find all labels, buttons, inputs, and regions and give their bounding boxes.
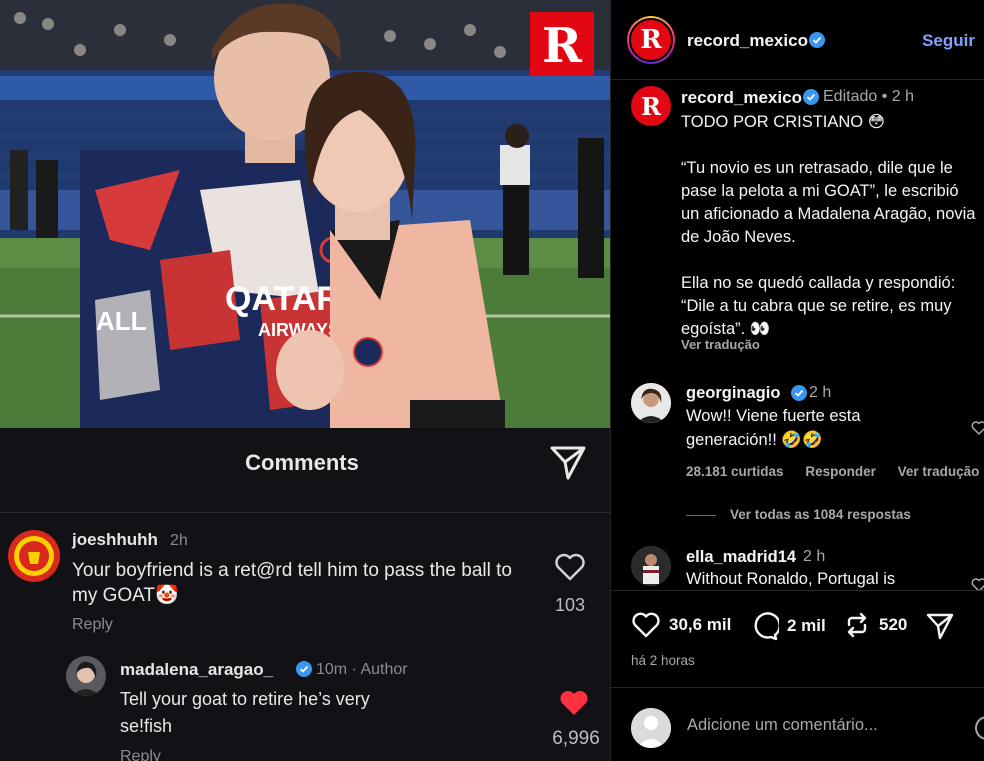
post-actions: 30,6 mil 2 mil 520 há 2 horas bbox=[611, 590, 984, 761]
add-comment-bar bbox=[611, 687, 984, 761]
embedded-comment1-reply: Reply bbox=[72, 616, 113, 633]
embedded-comment1-user: joeshhuhh bbox=[72, 530, 158, 549]
embedded-avatar-madalena bbox=[66, 656, 106, 696]
embedded-avatar-manutd bbox=[8, 530, 60, 582]
svg-text:ALL: ALL bbox=[96, 306, 147, 336]
emoji-icon[interactable] bbox=[975, 716, 984, 740]
embedded-comment2-user: madalena_aragao_ bbox=[120, 660, 274, 679]
embedded-verified-icon bbox=[296, 661, 312, 682]
embedded-comment1-time: 2h bbox=[170, 532, 188, 549]
comment-avatar[interactable] bbox=[631, 383, 671, 423]
verified-icon bbox=[809, 32, 825, 53]
embedded-comment2-likes: 6,996 bbox=[552, 728, 600, 749]
comment-text: Wow!! Viene fuerte esta generación!! 🤣🤣 bbox=[686, 407, 861, 449]
embedded-heart-filled-icon bbox=[558, 688, 590, 723]
comment-username[interactable]: ella_madrid14 bbox=[686, 548, 796, 567]
verified-icon bbox=[803, 89, 819, 110]
add-comment-input[interactable] bbox=[687, 716, 947, 735]
caption-translate-link[interactable]: Ver tradução bbox=[681, 337, 760, 352]
verified-icon bbox=[791, 385, 807, 406]
comment-text: Without Ronaldo, Portugal is bbox=[686, 570, 896, 588]
share-button[interactable] bbox=[925, 611, 955, 641]
repost-button[interactable]: 520 bbox=[843, 611, 907, 639]
post-media[interactable]: QATAR AIRWAYS ALL R Comments joeshhuhh 2… bbox=[0, 0, 610, 761]
comments-scroll-area[interactable]: R record_mexico Editado • 2 h TODO POR C… bbox=[611, 80, 984, 590]
embedded-heart-outline-icon bbox=[554, 552, 586, 587]
post-photo: QATAR AIRWAYS ALL R bbox=[0, 0, 610, 428]
embedded-comment2-reply: Reply bbox=[120, 748, 161, 761]
repost-icon bbox=[847, 612, 867, 638]
send-icon bbox=[926, 613, 954, 640]
comment-username[interactable]: georginagio bbox=[686, 384, 780, 403]
view-replies-link[interactable]: Ver todas as 1084 respostas bbox=[686, 507, 911, 522]
embedded-comments-header: Comments bbox=[0, 428, 610, 498]
comment-reply-link[interactable]: Responder bbox=[805, 464, 876, 479]
comment-likes[interactable]: 28.181 curtidas bbox=[686, 464, 784, 479]
caption-avatar[interactable]: R bbox=[631, 86, 671, 126]
post-panel: R record_mexico Seguir R record_mexico E… bbox=[610, 0, 984, 761]
post-time-ago: há 2 horas bbox=[631, 653, 695, 668]
embedded-comment2-time: 10m · Author bbox=[316, 661, 408, 678]
comment-meta: 28.181 curtidas Responder Ver tradução bbox=[686, 464, 984, 479]
comment-heart-icon[interactable] bbox=[971, 420, 984, 441]
comment-bubble-icon bbox=[754, 612, 779, 641]
embedded-comment1-likes: 103 bbox=[554, 595, 586, 615]
embedded-comments-title: Comments bbox=[245, 450, 359, 475]
embedded-divider bbox=[0, 512, 610, 513]
comment-button[interactable]: 2 mil bbox=[749, 611, 826, 641]
heart-icon bbox=[632, 612, 660, 638]
current-user-avatar bbox=[631, 708, 671, 748]
repost-count: 520 bbox=[879, 615, 908, 634]
post-header: R record_mexico Seguir bbox=[611, 0, 984, 80]
embedded-comment1-text: Your boyfriend is a ret@rd tell him to p… bbox=[72, 560, 512, 606]
embedded-comments-screenshot: Comments joeshhuhh 2h Your boyfriend is … bbox=[0, 428, 610, 761]
comment-count: 2 mil bbox=[787, 616, 826, 635]
like-count: 30,6 mil bbox=[669, 615, 732, 634]
svg-text:QATAR: QATAR bbox=[225, 280, 341, 318]
like-button[interactable]: 30,6 mil bbox=[631, 611, 731, 639]
follow-button[interactable]: Seguir bbox=[922, 31, 975, 51]
brand-logo-r: R bbox=[542, 18, 583, 74]
comment-translate-link[interactable]: Ver tradução bbox=[898, 464, 980, 479]
comment-time: 2 h bbox=[803, 548, 826, 565]
caption-edited-time: Editado • 2 h bbox=[823, 88, 914, 105]
caption-text: TODO POR CRISTIANO 😳 “Tu novio es un ret… bbox=[681, 113, 976, 338]
embedded-send-icon bbox=[548, 442, 588, 487]
comment-avatar[interactable] bbox=[631, 546, 671, 586]
header-avatar[interactable]: R bbox=[627, 16, 675, 64]
comment-time: 2 h bbox=[809, 384, 832, 401]
embedded-comment2-text: Tell your goat to retire he’s very se!fi… bbox=[120, 689, 370, 736]
comment-heart-icon[interactable] bbox=[971, 577, 984, 590]
header-username[interactable]: record_mexico bbox=[687, 31, 808, 51]
caption-username[interactable]: record_mexico bbox=[681, 88, 802, 108]
